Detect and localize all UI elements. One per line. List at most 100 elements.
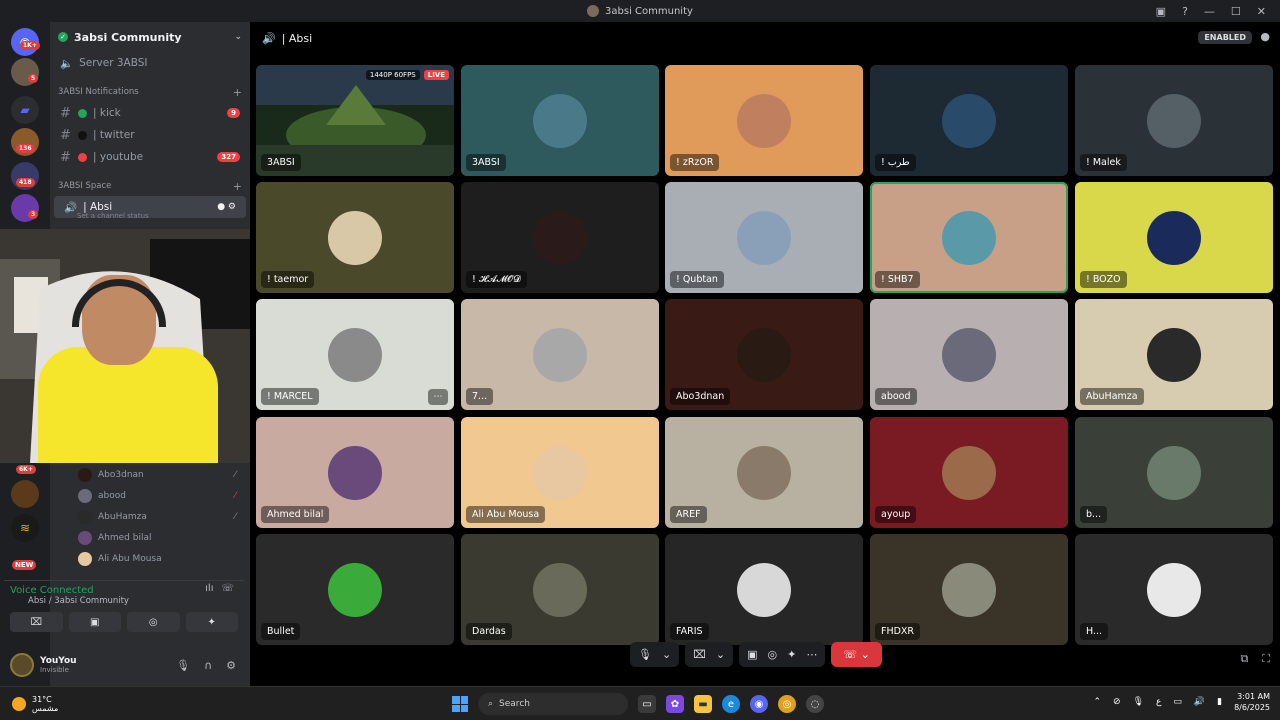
participant-tile[interactable]: ayoup xyxy=(870,417,1068,528)
participant-tile[interactable]: Abo3dnan xyxy=(665,299,863,410)
network-icon[interactable]: ⊘ xyxy=(1113,697,1121,707)
avatar[interactable] xyxy=(10,653,34,677)
copilot-icon[interactable]: ✿ xyxy=(666,695,684,713)
camera-group[interactable]: ⌧ ⌄ xyxy=(685,642,734,667)
participant-tile[interactable]: ! zRzOR xyxy=(665,65,863,176)
volume-icon[interactable]: 🔊 xyxy=(1194,697,1205,707)
camera-button[interactable]: ⌧ xyxy=(10,612,63,632)
participant-tile[interactable]: ! Malek xyxy=(1075,65,1273,176)
participant-tile[interactable]: 3ABSI xyxy=(461,65,659,176)
folder-icon[interactable]: ▰ xyxy=(11,96,39,124)
participant-tile[interactable]: ! taemor xyxy=(256,182,454,293)
category-space[interactable]: 3ABSI Space + xyxy=(50,176,250,196)
chat-icon[interactable]: ● xyxy=(1260,30,1270,43)
chevron-down-icon[interactable]: ⌄ xyxy=(234,32,242,42)
participant-tile[interactable]: ! Qubtan xyxy=(665,182,863,293)
channel-kick[interactable]: # | kick 9 xyxy=(50,102,250,124)
actions-group[interactable]: ▣ ◎ ✦ ⋯ xyxy=(739,642,826,667)
screen-share-icon[interactable]: ▣ xyxy=(747,648,757,661)
list-item[interactable]: AbuHamza ⁄ xyxy=(50,506,250,527)
server-icon[interactable] xyxy=(11,480,39,508)
display-icon[interactable]: ▭ xyxy=(1173,697,1182,707)
weather-widget[interactable]: 31°C مشمس xyxy=(0,695,58,713)
voice-channel-path[interactable]: Absi / 3absi Community xyxy=(4,596,244,606)
server-header[interactable]: ✓ 3absi Community ⌄ xyxy=(50,22,250,52)
more-icon[interactable]: ⋯ xyxy=(806,648,817,661)
windows-start-icon[interactable] xyxy=(452,696,468,712)
participant-tile[interactable]: H... xyxy=(1075,534,1273,645)
mic-group[interactable]: 🎙 ⌄ xyxy=(630,642,680,667)
badge: 3 xyxy=(28,210,39,219)
chrome-icon[interactable]: ◎ xyxy=(778,695,796,713)
participant-tile[interactable]: FHDXR xyxy=(870,534,1068,645)
battery-icon[interactable]: ▮ xyxy=(1217,697,1222,707)
screen-share-button[interactable]: ▣ xyxy=(68,612,121,632)
edge-icon[interactable]: e xyxy=(722,695,740,713)
channel-youtube[interactable]: # | youtube 327 xyxy=(50,146,250,168)
help-icon[interactable]: ? xyxy=(1182,5,1188,18)
soundboard-icon[interactable]: ✦ xyxy=(787,648,796,661)
participant-tile[interactable]: AREF xyxy=(665,417,863,528)
participant-tile[interactable]: b... xyxy=(1075,417,1273,528)
maximize-button[interactable]: ☐ xyxy=(1231,5,1241,18)
avatar xyxy=(328,563,382,617)
voice-connected-label[interactable]: Voice Connected xyxy=(4,581,100,596)
waveform-icon[interactable]: ılı xyxy=(205,583,213,594)
enabled-badge[interactable]: ENABLED xyxy=(1198,31,1252,44)
microphone-icon[interactable]: 🎙 xyxy=(1133,697,1144,707)
list-item[interactable]: abood ⁄ xyxy=(50,485,250,506)
task-view-icon[interactable]: ▭ xyxy=(638,695,656,713)
chevron-down-icon[interactable]: ⌄ xyxy=(716,648,725,661)
participant-tile[interactable]: FARIS xyxy=(665,534,863,645)
participant-tile[interactable]: ! 𝓗𝓐𝓜𝓞𝓓 xyxy=(461,182,659,293)
soundboard-button[interactable]: ✦ xyxy=(185,612,238,632)
chevron-up-icon[interactable]: ⌃ xyxy=(1093,697,1101,707)
participant-tile[interactable]: ! MARCEL ⋯ xyxy=(256,299,454,410)
headphones-icon[interactable]: ∩ xyxy=(204,659,212,672)
file-explorer-icon[interactable]: ▬ xyxy=(694,695,712,713)
participant-tile[interactable]: Ahmed bilal xyxy=(256,417,454,528)
participant-tile[interactable]: Dardas xyxy=(461,534,659,645)
participant-tile[interactable]: ! SHB7 xyxy=(870,182,1068,293)
participant-tile[interactable]: 1440P 60FPS LIVE 3ABSI xyxy=(256,65,454,176)
participant-tile[interactable]: Ali Abu Mousa xyxy=(461,417,659,528)
disconnect-button[interactable]: ☏ ⌄ xyxy=(831,642,882,667)
popout-icon[interactable]: ⧉ xyxy=(1240,652,1248,666)
category-notifications[interactable]: 3ABSI Notifications + xyxy=(50,82,250,102)
chevron-down-icon[interactable]: ⌄ xyxy=(662,648,671,661)
participant-tile[interactable]: AbuHamza xyxy=(1075,299,1273,410)
camera-off-icon[interactable]: ⌧ xyxy=(693,648,706,661)
clock[interactable]: 3:01 AM 8/6/2025 xyxy=(1234,691,1270,713)
microphone-icon[interactable]: 🎙 xyxy=(638,648,652,661)
more-options-button[interactable]: ⋯ xyxy=(428,389,448,405)
channel-twitter[interactable]: # | twitter xyxy=(50,124,250,146)
gear-icon[interactable]: ⚙ xyxy=(226,659,236,672)
server-icon[interactable]: ≋ xyxy=(11,514,39,542)
chat-icon[interactable]: ● ⚙ xyxy=(217,202,236,212)
channel-status[interactable]: Set a channel status xyxy=(50,212,250,222)
add-channel-icon[interactable]: + xyxy=(233,180,242,193)
activity-icon[interactable]: ◎ xyxy=(768,648,778,661)
participant-tile[interactable]: abood xyxy=(870,299,1068,410)
add-channel-icon[interactable]: + xyxy=(233,86,242,99)
language-indicator[interactable]: ع xyxy=(1156,697,1161,707)
close-button[interactable]: ✕ xyxy=(1257,5,1266,18)
user-name[interactable]: YouYou xyxy=(40,656,77,666)
participant-tile[interactable]: ! BOZO xyxy=(1075,182,1273,293)
inbox-icon[interactable]: ▣ xyxy=(1156,5,1166,18)
discord-icon[interactable]: ◉ xyxy=(750,695,768,713)
disconnect-icon[interactable]: ☏ xyxy=(221,583,234,594)
channel-server[interactable]: 🔈 Server 3ABSI xyxy=(50,52,250,74)
minimize-button[interactable]: — xyxy=(1204,5,1215,18)
app-icon[interactable]: ◌ xyxy=(806,695,824,713)
list-item[interactable]: Ahmed bilal xyxy=(50,527,250,548)
taskbar-search[interactable]: ⌕ Search xyxy=(478,693,628,715)
microphone-icon[interactable]: 🎙 xyxy=(176,659,190,672)
participant-tile[interactable]: Bullet xyxy=(256,534,454,645)
list-item[interactable]: Abo3dnan ⁄ xyxy=(50,464,250,485)
fullscreen-icon[interactable]: ⛶ xyxy=(1262,652,1270,666)
list-item[interactable]: Ali Abu Mousa xyxy=(50,548,250,569)
participant-tile[interactable]: ! طرب xyxy=(870,65,1068,176)
participant-tile[interactable]: 7... xyxy=(461,299,659,410)
activity-button[interactable]: ◎ xyxy=(127,612,180,632)
